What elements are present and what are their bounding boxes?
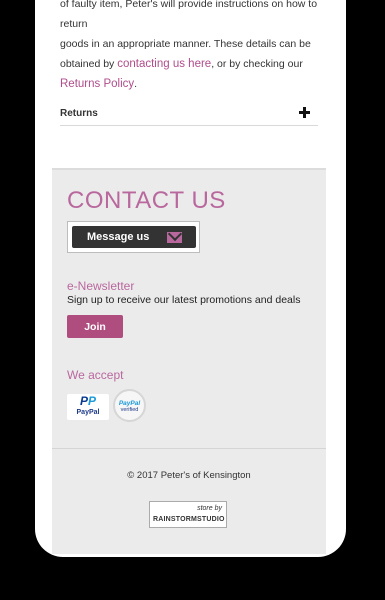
envelope-icon (167, 232, 182, 243)
contact-us-link[interactable]: contacting us here (117, 58, 211, 70)
store-by-label: store by (197, 505, 222, 512)
plus-icon[interactable] (299, 107, 310, 118)
paypal-verified-badge: PayPal verified (113, 389, 146, 422)
returns-policy-link[interactable]: Returns Policy (60, 78, 134, 90)
footer-divider (52, 448, 326, 449)
enewsletter-description: Sign up to receive our latest promotions… (67, 294, 301, 306)
message-us-frame: Message us (67, 221, 200, 253)
paypal-verified-label: verified (120, 407, 139, 413)
rainstorm-studio-badge[interactable]: store by RAINSTORMSTUDIO (149, 501, 227, 528)
returns-policy-text: of faulty item, Peter's will provide ins… (60, 0, 320, 94)
paypal-logo: PP PayPal (67, 394, 109, 420)
policy-line-3-start: obtained by (60, 58, 115, 70)
enewsletter-heading: e-Newsletter (67, 279, 135, 293)
page-screen: of faulty item, Peter's will provide ins… (52, 0, 326, 554)
rainstorm-studio-name: RAINSTORMSTUDIO (153, 516, 225, 523)
site-footer: CONTACT US Message us e-Newsletter Sign … (52, 168, 326, 554)
returns-accordion[interactable]: Returns (60, 102, 318, 126)
policy-line-2: goods in an appropriate manner. These de… (60, 38, 311, 50)
message-us-button[interactable]: Message us (72, 226, 196, 248)
policy-line-3: obtained by contacting us here, or by ch… (60, 54, 320, 74)
paypal-logo-text: PayPal (76, 409, 100, 416)
contact-us-heading: CONTACT US (67, 187, 226, 214)
returns-accordion-label: Returns (60, 108, 98, 119)
phone-frame: of faulty item, Peter's will provide ins… (35, 0, 346, 557)
join-button[interactable]: Join (67, 315, 123, 338)
policy-line-1: of faulty item, Peter's will provide ins… (60, 0, 318, 30)
copyright-text: © 2017 Peter's of Kensington (127, 470, 251, 481)
policy-period: . (134, 78, 138, 90)
we-accept-heading: We accept (67, 368, 124, 382)
policy-line-3-end: , or by checking our (211, 58, 303, 70)
message-us-label: Message us (87, 231, 150, 243)
policy-line-4: Returns Policy. (60, 74, 320, 94)
paypal-verified-brand: PayPal (118, 400, 141, 407)
